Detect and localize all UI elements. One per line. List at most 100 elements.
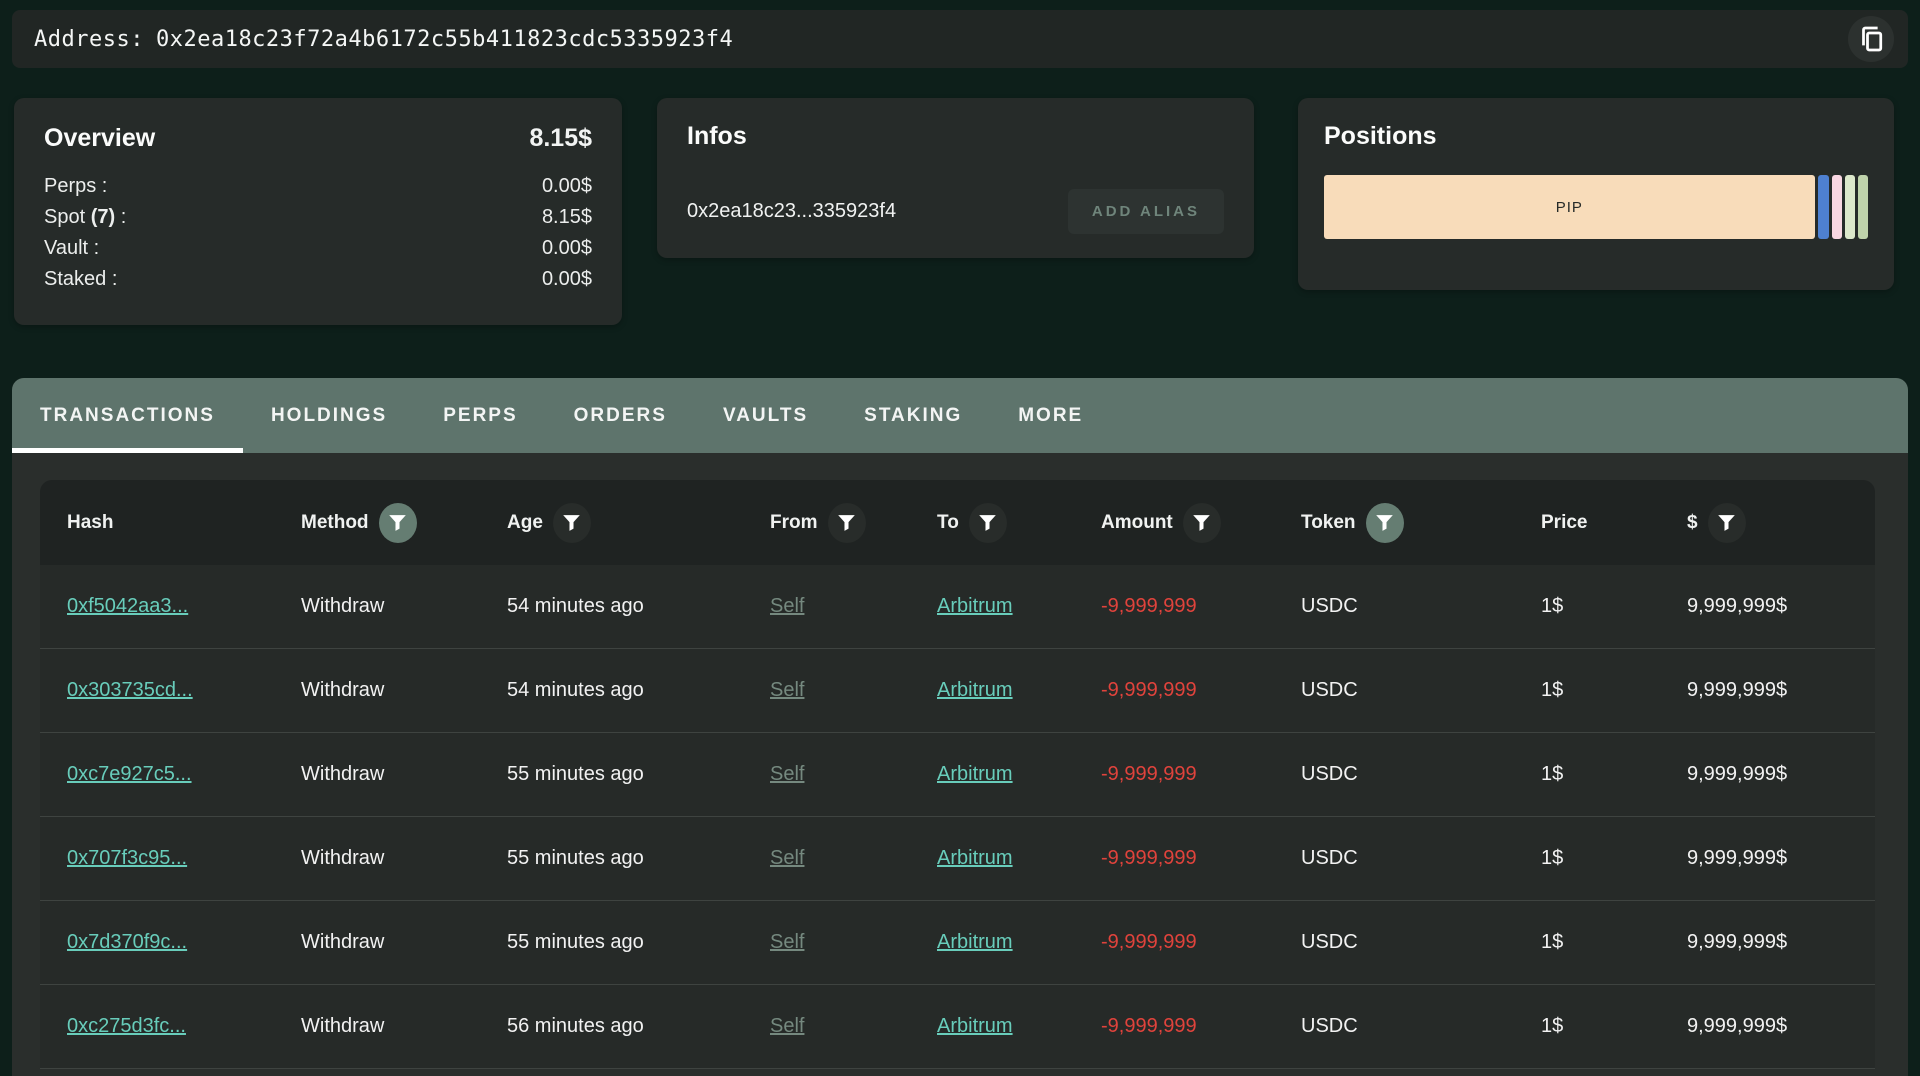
column-header-label: Hash [67, 512, 113, 534]
usd-value-cell: 9,999,999$ [1687, 931, 1875, 954]
usd-value-cell: 9,999,999$ [1687, 847, 1875, 870]
from-link[interactable]: Self [770, 595, 937, 618]
from-link[interactable]: Self [770, 763, 937, 786]
table-row: 0xc7e927c5... Withdraw 55 minutes ago Se… [40, 733, 1875, 817]
positions-card: Positions PIP [1298, 98, 1894, 290]
hash-link[interactable]: 0x707f3c95... [67, 847, 301, 870]
filter-funnel-icon[interactable] [1183, 503, 1221, 543]
infos-title: Infos [687, 122, 1224, 151]
wallet-address: Address: 0x2ea18c23f72a4b6172c55b411823c… [34, 27, 733, 52]
overview-row-label: Vault : [44, 233, 99, 264]
overview-row-label: Spot (7) : [44, 202, 126, 233]
tab[interactable]: PERPS [415, 378, 545, 453]
tab[interactable]: STAKING [836, 378, 990, 453]
position-segment-label: PIP [1556, 199, 1583, 216]
tab[interactable]: VAULTS [695, 378, 836, 453]
token-cell: USDC [1301, 931, 1541, 954]
to-link[interactable]: Arbitrum [937, 595, 1101, 618]
from-link[interactable]: Self [770, 847, 937, 870]
amount-cell: -9,999,999 [1101, 931, 1301, 954]
overview-title: Overview [44, 124, 155, 153]
transactions-table: Hash Method [40, 480, 1875, 1069]
position-segment[interactable] [1858, 175, 1868, 239]
infos-card: Infos 0x2ea18c23...335923f4 ADD ALIAS [657, 98, 1254, 258]
column-header: Method [301, 503, 507, 543]
overview-row-value: 0.00$ [542, 233, 592, 264]
column-header: Hash [67, 512, 301, 534]
copy-icon [1856, 24, 1886, 54]
position-segment[interactable] [1818, 175, 1829, 239]
price-cell: 1$ [1541, 847, 1687, 870]
column-header-label: $ [1687, 512, 1698, 534]
method-cell: Withdraw [301, 931, 507, 954]
hash-link[interactable]: 0x303735cd... [67, 679, 301, 702]
position-segment[interactable] [1832, 175, 1842, 239]
to-link[interactable]: Arbitrum [937, 1015, 1101, 1038]
overview-row-label: Staked : [44, 264, 117, 295]
from-link[interactable]: Self [770, 931, 937, 954]
filter-funnel-icon[interactable] [1366, 503, 1404, 543]
usd-value-cell: 9,999,999$ [1687, 595, 1875, 618]
usd-value-cell: 9,999,999$ [1687, 763, 1875, 786]
filter-funnel-icon[interactable] [828, 503, 866, 543]
filter-funnel-icon[interactable] [553, 503, 591, 543]
table-header: Hash Method [40, 480, 1875, 565]
token-cell: USDC [1301, 679, 1541, 702]
overview-rows: Perps : 0.00$ Spot (7) : 8.15$ Vault : 0… [44, 171, 592, 295]
short-address: 0x2ea18c23...335923f4 [687, 200, 896, 223]
price-cell: 1$ [1541, 1015, 1687, 1038]
hash-link[interactable]: 0xc275d3fc... [67, 1015, 301, 1038]
hash-link[interactable]: 0xc7e927c5... [67, 763, 301, 786]
to-link[interactable]: Arbitrum [937, 679, 1101, 702]
column-header: To [937, 503, 1101, 543]
overview-row: Staked : 0.00$ [44, 264, 592, 295]
method-cell: Withdraw [301, 847, 507, 870]
filter-funnel-icon[interactable] [969, 503, 1007, 543]
table-row: 0x303735cd... Withdraw 54 minutes ago Se… [40, 649, 1875, 733]
price-cell: 1$ [1541, 763, 1687, 786]
token-cell: USDC [1301, 595, 1541, 618]
active-tab-underline [12, 448, 243, 453]
hash-link[interactable]: 0xf5042aa3... [67, 595, 301, 618]
to-link[interactable]: Arbitrum [937, 847, 1101, 870]
address-label: Address: [34, 27, 144, 52]
from-link[interactable]: Self [770, 679, 937, 702]
table-body: 0xf5042aa3... Withdraw 54 minutes ago Se… [40, 565, 1875, 1069]
positions-title: Positions [1324, 122, 1437, 150]
hash-link[interactable]: 0x7d370f9c... [67, 931, 301, 954]
add-alias-button[interactable]: ADD ALIAS [1068, 189, 1224, 234]
method-cell: Withdraw [301, 595, 507, 618]
filter-funnel-icon[interactable] [379, 503, 417, 543]
overview-card: Overview 8.15$ Perps : 0.00$ Spot (7) : … [14, 98, 622, 325]
copy-address-button[interactable] [1848, 16, 1894, 62]
amount-cell: -9,999,999 [1101, 1015, 1301, 1038]
column-header: $ [1687, 503, 1875, 543]
column-header-label: Age [507, 512, 543, 534]
position-segment[interactable] [1845, 175, 1855, 239]
to-link[interactable]: Arbitrum [937, 931, 1101, 954]
filter-funnel-icon[interactable] [1708, 503, 1746, 543]
tab[interactable]: HOLDINGS [243, 378, 415, 453]
tab[interactable]: MORE [990, 378, 1111, 453]
column-header-label: Price [1541, 512, 1587, 534]
overview-row: Vault : 0.00$ [44, 233, 592, 264]
from-link[interactable]: Self [770, 1015, 937, 1038]
amount-cell: -9,999,999 [1101, 847, 1301, 870]
tab-label: STAKING [864, 405, 962, 427]
tab[interactable]: TRANSACTIONS [12, 378, 243, 453]
column-header-label: To [937, 512, 959, 534]
overview-row-value: 8.15$ [542, 202, 592, 233]
table-row: 0x707f3c95... Withdraw 55 minutes ago Se… [40, 817, 1875, 901]
method-cell: Withdraw [301, 679, 507, 702]
table-row: 0xc275d3fc... Withdraw 56 minutes ago Se… [40, 985, 1875, 1069]
token-cell: USDC [1301, 763, 1541, 786]
column-header: Amount [1101, 503, 1301, 543]
column-header-label: Token [1301, 512, 1356, 534]
tab[interactable]: ORDERS [546, 378, 695, 453]
to-link[interactable]: Arbitrum [937, 763, 1101, 786]
position-segment[interactable]: PIP [1324, 175, 1815, 239]
method-cell: Withdraw [301, 1015, 507, 1038]
tab-label: TRANSACTIONS [40, 405, 215, 427]
age-cell: 55 minutes ago [507, 763, 770, 786]
token-cell: USDC [1301, 1015, 1541, 1038]
